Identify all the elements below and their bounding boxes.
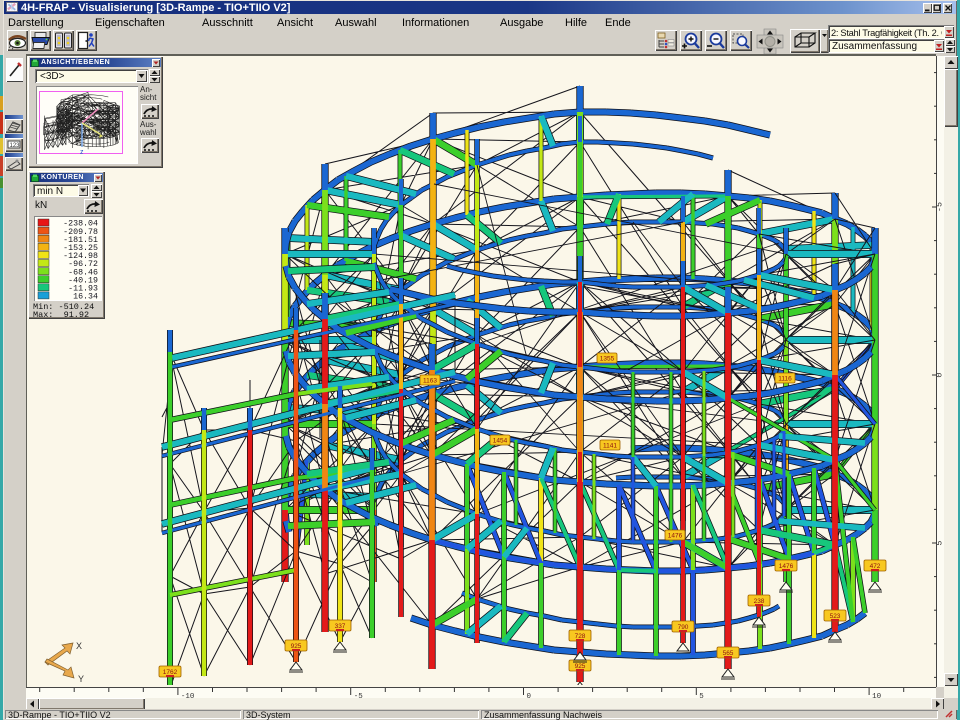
- svg-text:Y: Y: [78, 674, 84, 684]
- svg-text:z: z: [80, 149, 84, 155]
- svg-text:1476: 1476: [668, 533, 683, 540]
- svg-text:565: 565: [723, 650, 734, 657]
- svg-text:925: 925: [575, 663, 586, 670]
- svg-text:790: 790: [678, 624, 689, 631]
- svg-text:16.34: 16.34: [73, 293, 98, 301]
- svg-text:1476: 1476: [779, 563, 794, 570]
- svg-text:1116: 1116: [778, 376, 792, 383]
- svg-text:523: 523: [830, 613, 841, 620]
- svg-text:1163: 1163: [423, 378, 437, 385]
- svg-text:728: 728: [575, 633, 586, 640]
- svg-text:X: X: [76, 641, 82, 651]
- svg-text:925: 925: [291, 643, 302, 650]
- svg-text:123: 123: [10, 143, 21, 149]
- svg-text:337: 337: [335, 623, 346, 630]
- svg-text:1355: 1355: [600, 356, 615, 363]
- svg-text:472: 472: [870, 563, 881, 570]
- svg-text:1762: 1762: [163, 669, 178, 676]
- svg-text:1454: 1454: [493, 438, 508, 445]
- svg-text:238: 238: [754, 598, 765, 605]
- svg-text:1141: 1141: [603, 443, 617, 450]
